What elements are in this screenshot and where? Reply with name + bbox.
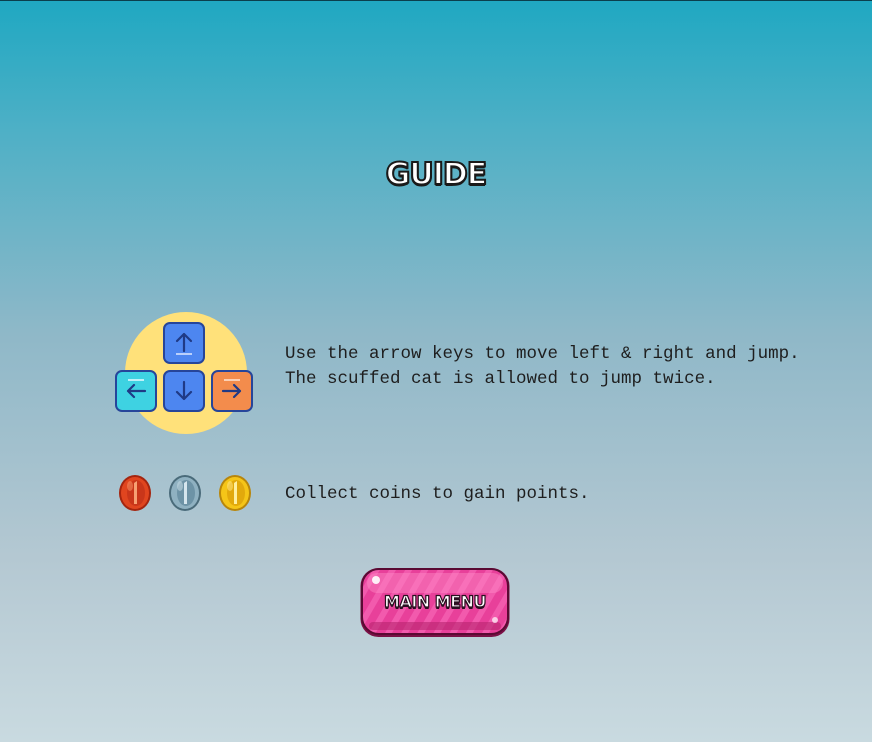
controls-text-line-1: Use the arrow keys to move left & right … [285,344,800,364]
right-arrow-key-icon [211,370,253,412]
top-border [0,0,872,1]
page-title: GUIDE [385,156,489,193]
controls-text-line-2: The scuffed cat is allowed to jump twice… [285,369,716,389]
main-menu-button[interactable]: MAIN MENU [359,566,511,639]
down-arrow-key-icon [163,370,205,412]
red-coin-icon [118,474,152,512]
coins-text: Collect coins to gain points. [285,484,590,504]
main-menu-label: MAIN MENU [383,591,487,611]
silver-coin-icon [168,474,202,512]
arrow-keys-icon [113,312,259,436]
left-arrow-key-icon [115,370,157,412]
coins-group [118,474,258,514]
gold-coin-icon [218,474,252,512]
up-arrow-key-icon [163,322,205,364]
